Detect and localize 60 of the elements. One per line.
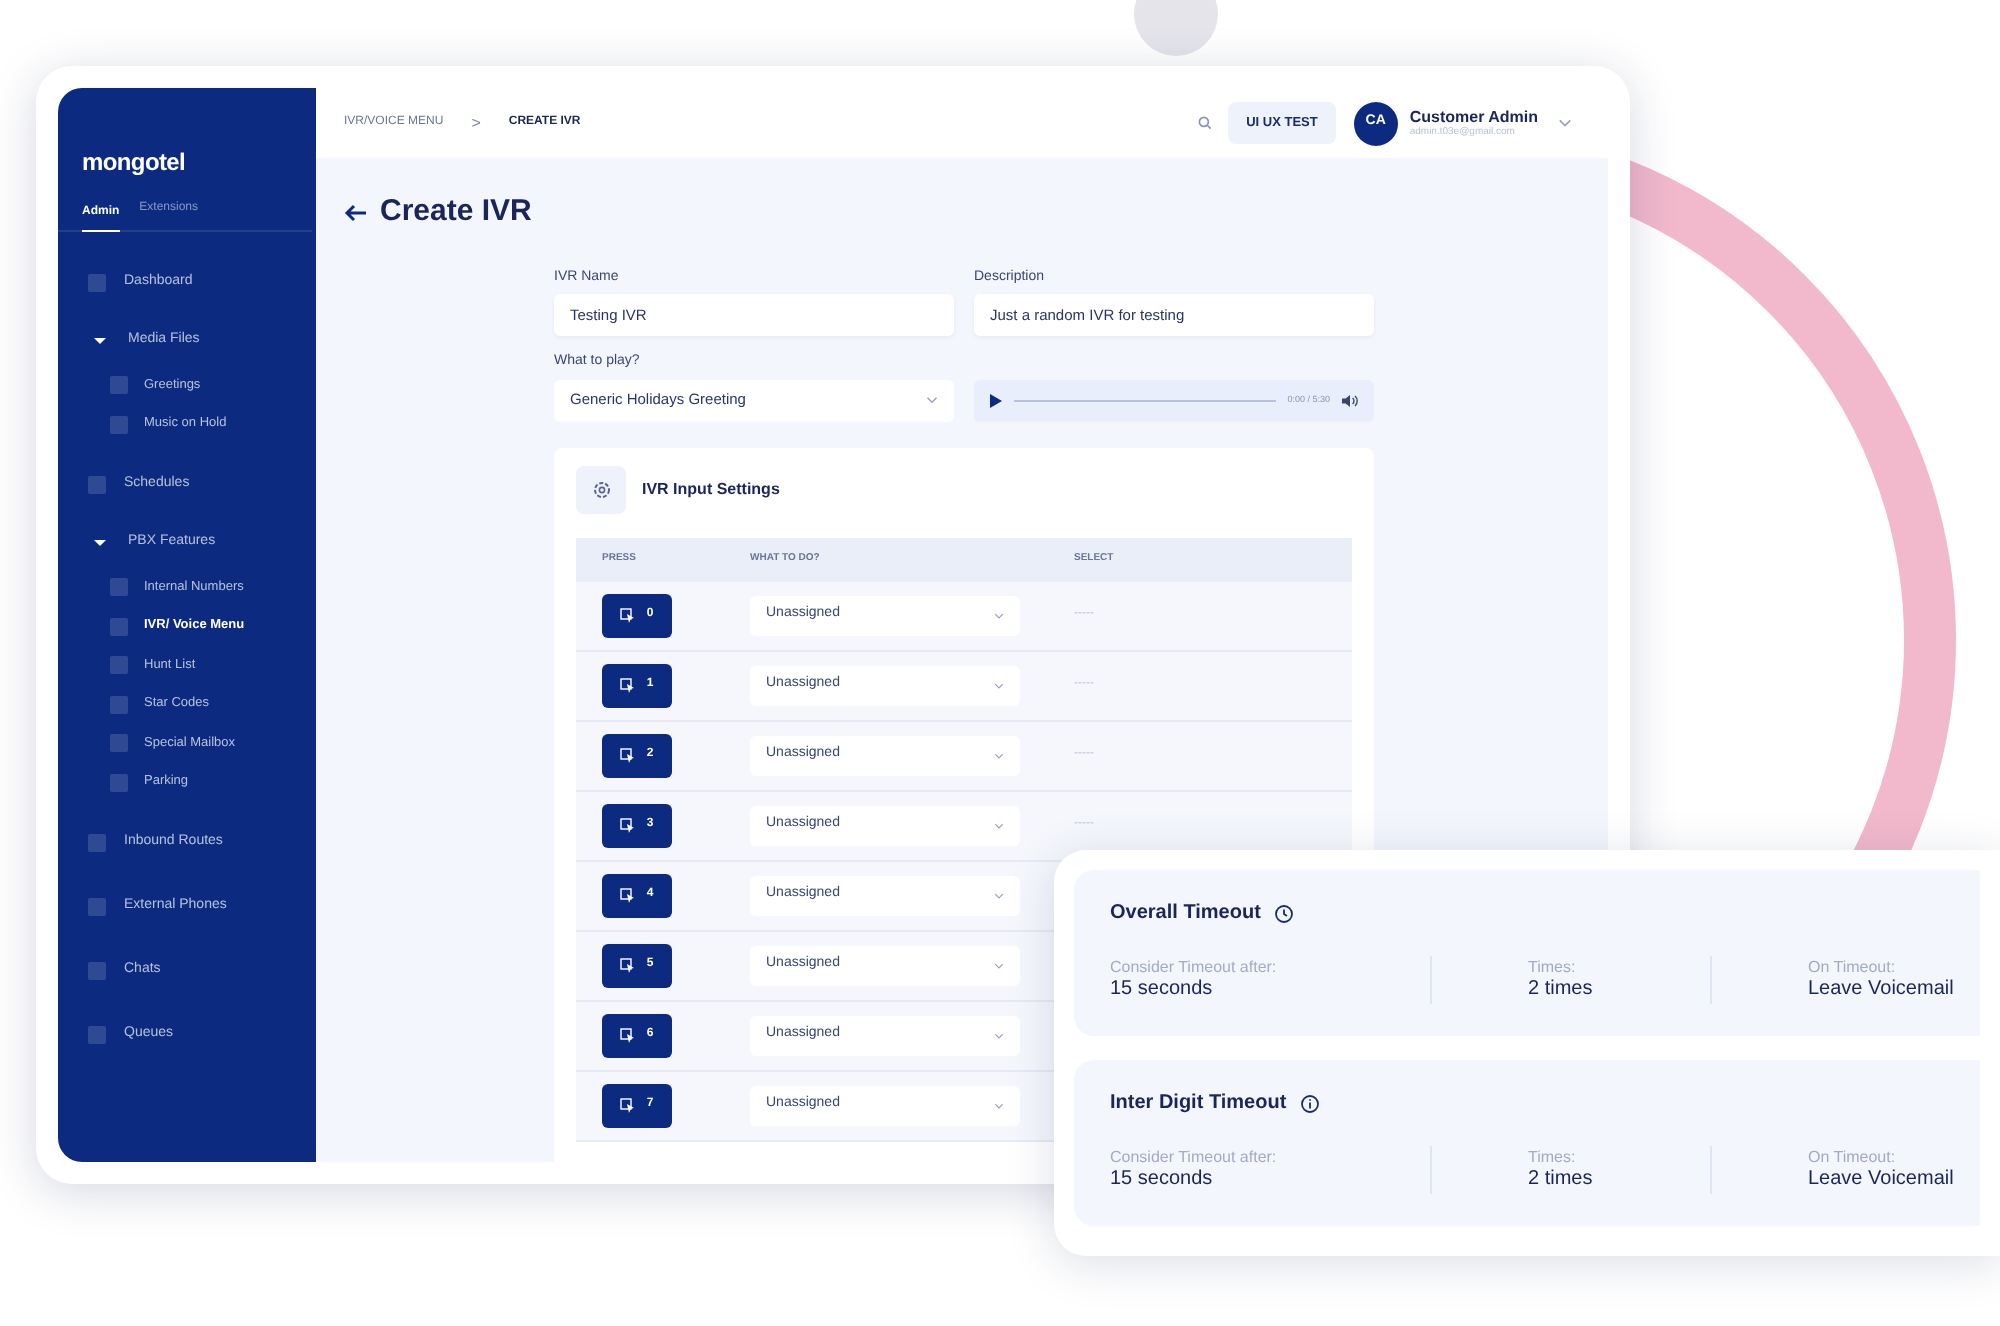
panel-title: Inter Digit Timeout	[1110, 1090, 1287, 1118]
search-icon[interactable]	[1198, 116, 1213, 130]
page-title: Create IVR	[380, 192, 532, 232]
item-icon	[88, 1025, 106, 1043]
chevron-icon[interactable]	[994, 821, 1004, 829]
item-icon	[110, 578, 128, 597]
clock-icon	[1274, 903, 1295, 923]
gear-icon	[591, 479, 611, 499]
pointer-icon	[620, 607, 637, 623]
pointer-icon	[620, 677, 637, 693]
logo: mongotel	[82, 146, 186, 180]
pointer-icon	[620, 1027, 637, 1043]
pointer-icon	[620, 817, 637, 833]
item-icon	[110, 376, 128, 395]
chevron-icon[interactable]	[994, 1031, 1004, 1039]
chevron-icon[interactable]	[994, 611, 1004, 619]
volume-icon[interactable]	[1342, 393, 1358, 407]
chevron-icon[interactable]	[926, 396, 938, 404]
caret-icon	[94, 539, 106, 545]
breadcrumb-separator: >	[471, 111, 481, 135]
chevron-icon[interactable]	[994, 751, 1004, 759]
field-label: On Timeout:	[1808, 957, 1898, 978]
chevron-icon[interactable]	[994, 1101, 1004, 1109]
item-icon	[110, 695, 128, 714]
field-value: 15 seconds	[1110, 1167, 1215, 1193]
chevron-icon[interactable]	[994, 891, 1004, 899]
field-value: 2 times	[1528, 977, 1595, 1003]
item-icon	[110, 617, 128, 636]
field-label: Times:	[1528, 957, 1578, 978]
chevron-icon[interactable]	[1558, 118, 1572, 128]
field-label: Consider Timeout after:	[1110, 1147, 1279, 1168]
pointer-icon	[620, 887, 637, 903]
field-label: Consider Timeout after:	[1110, 957, 1279, 978]
item-icon	[88, 475, 106, 493]
info-icon	[1300, 1093, 1321, 1113]
back-arrow-icon[interactable]	[344, 203, 368, 222]
item-icon	[110, 734, 128, 753]
card-title: IVR Input Settings	[642, 477, 780, 501]
field-value: 2 times	[1528, 1167, 1595, 1193]
chevron-icon[interactable]	[994, 961, 1004, 969]
field-label: On Timeout:	[1808, 1147, 1898, 1168]
panel-title: Overall Timeout	[1110, 900, 1261, 928]
item-icon	[110, 415, 128, 434]
field-value: Leave Voicemail	[1808, 977, 1956, 1003]
item-icon	[88, 961, 106, 979]
pointer-icon	[620, 747, 637, 763]
field-value: Leave Voicemail	[1808, 1167, 1956, 1193]
item-icon	[110, 656, 128, 675]
play-icon[interactable]	[990, 393, 1002, 407]
item-icon	[110, 773, 128, 792]
item-icon	[88, 897, 106, 915]
caret-icon	[94, 337, 106, 343]
field-value: 15 seconds	[1110, 977, 1215, 1003]
pointer-icon	[620, 957, 637, 973]
user-name: Customer Admin	[1409, 107, 1538, 126]
item-icon	[88, 833, 106, 851]
field-label: Times:	[1528, 1147, 1578, 1168]
pointer-icon	[620, 1097, 637, 1113]
item-icon	[88, 273, 106, 291]
chevron-icon[interactable]	[994, 681, 1004, 689]
